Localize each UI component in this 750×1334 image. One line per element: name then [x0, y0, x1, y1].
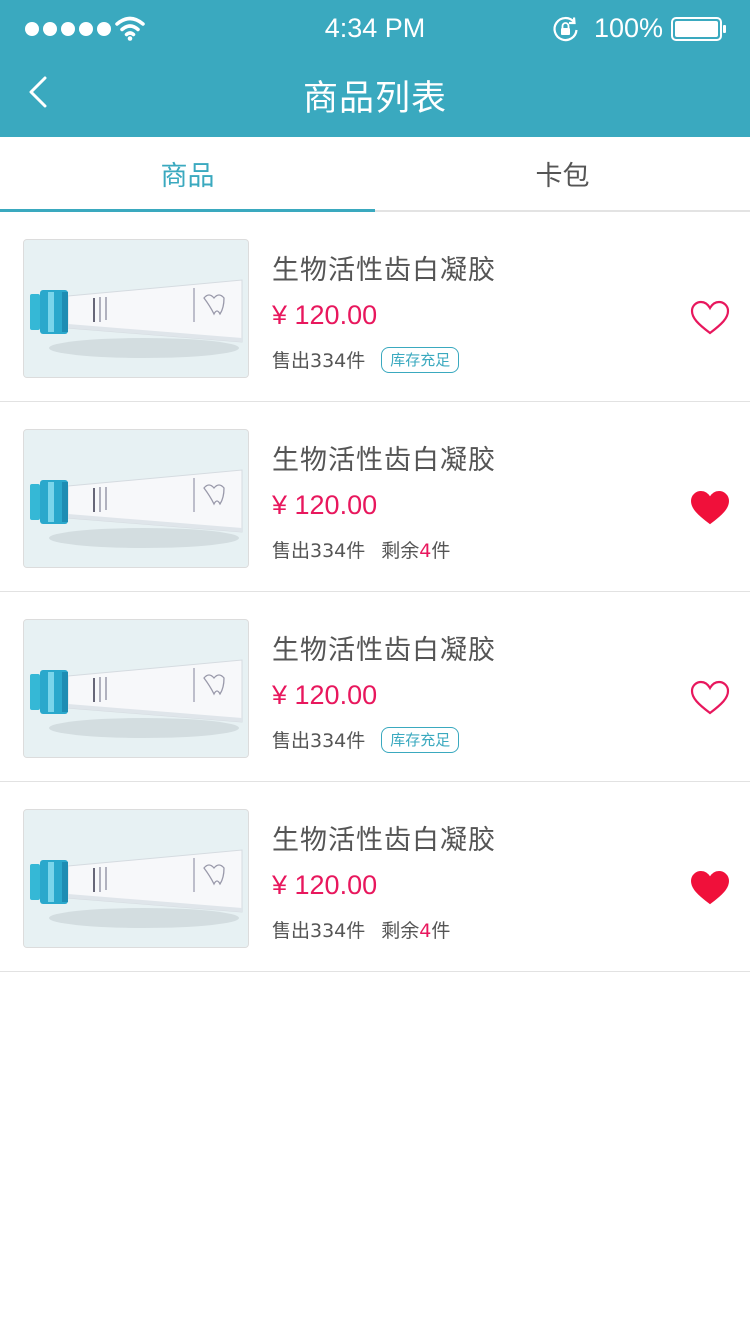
product-price: ¥ 120.00	[272, 490, 378, 520]
tab-card-wallet[interactable]: 卡包	[375, 137, 750, 210]
product-name: 生物活性齿白凝胶	[272, 445, 496, 476]
product-meta: 售出334件 库存充足	[272, 726, 460, 753]
stock-badge: 库存充足	[381, 726, 460, 753]
product-item[interactable]: 生物活性齿白凝胶 ¥ 120.00 售出334件 剩余4件	[0, 402, 750, 592]
remaining-suffix: 件	[431, 920, 451, 942]
remaining-suffix: 件	[431, 540, 451, 562]
product-item[interactable]: 生物活性齿白凝胶 ¥ 120.00 售出334件 库存充足	[0, 592, 750, 782]
remaining-stock: 剩余4件	[381, 916, 450, 943]
product-meta: 售出334件 剩余4件	[272, 916, 450, 943]
heart-outline-icon[interactable]	[690, 300, 730, 336]
product-item[interactable]: 生物活性齿白凝胶 ¥ 120.00 售出334件 库存充足	[0, 212, 750, 402]
product-price: ¥ 120.00	[272, 870, 378, 900]
sold-count: 售出334件	[272, 540, 366, 562]
sold-count: 售出334件	[272, 730, 366, 752]
tab-products[interactable]: 商品	[0, 137, 375, 212]
tab-bar: 商品 卡包	[0, 137, 750, 212]
remaining-stock: 剩余4件	[381, 536, 450, 563]
heart-outline-icon[interactable]	[690, 680, 730, 716]
product-item[interactable]: 生物活性齿白凝胶 ¥ 120.00 售出334件 剩余4件	[0, 782, 750, 972]
product-image	[23, 429, 249, 568]
product-name: 生物活性齿白凝胶	[272, 635, 496, 666]
heart-filled-icon[interactable]	[690, 870, 730, 906]
app-header: 4:34 PM 100% 商品列表	[0, 0, 750, 137]
nav-bar: 商品列表	[0, 56, 750, 137]
product-image	[23, 619, 249, 758]
stock-badge: 库存充足	[381, 346, 460, 373]
product-list: 生物活性齿白凝胶 ¥ 120.00 售出334件 库存充足 生物活性齿白凝胶 ¥…	[0, 212, 750, 972]
remaining-count: 4	[419, 540, 432, 562]
sold-count: 售出334件	[272, 350, 366, 372]
battery-percent: 100%	[594, 13, 664, 43]
product-price: ¥ 120.00	[272, 300, 378, 330]
product-name: 生物活性齿白凝胶	[272, 255, 496, 286]
remaining-prefix: 剩余	[381, 920, 420, 942]
product-meta: 售出334件 剩余4件	[272, 536, 450, 563]
status-bar: 4:34 PM 100%	[0, 0, 750, 56]
remaining-count: 4	[419, 920, 432, 942]
battery-icon	[671, 17, 726, 41]
rotation-lock-icon	[553, 17, 578, 42]
product-meta: 售出334件 库存充足	[272, 346, 460, 373]
sold-count: 售出334件	[272, 920, 366, 942]
product-image	[23, 239, 249, 378]
product-name: 生物活性齿白凝胶	[272, 825, 496, 856]
heart-filled-icon[interactable]	[690, 490, 730, 526]
product-price: ¥ 120.00	[272, 680, 378, 710]
remaining-prefix: 剩余	[381, 540, 420, 562]
page-title: 商品列表	[302, 79, 447, 119]
product-image	[23, 809, 249, 948]
